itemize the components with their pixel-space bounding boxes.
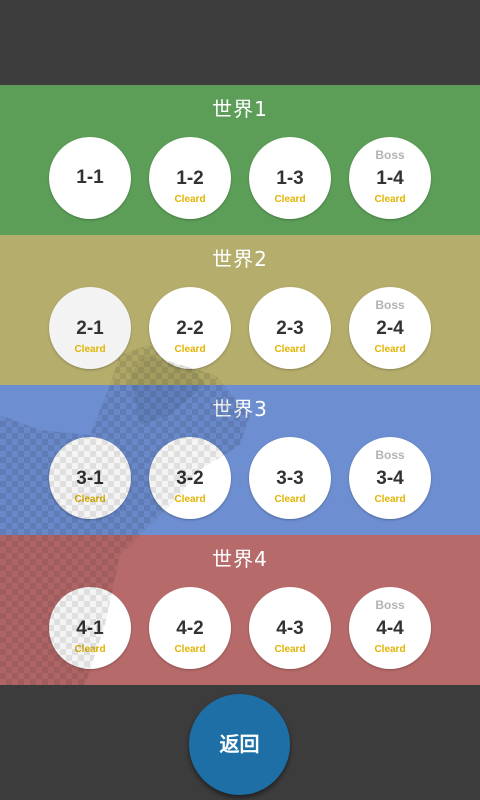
stage-button-4-4[interactable]: Boss 4-4 Cleard — [349, 587, 431, 669]
world-title: 世界4 — [212, 547, 268, 571]
world-1-panel: 世界1 1-1 1-2 Cleard 1-3 Cleard Boss 1-4 C… — [0, 85, 480, 235]
stage-row: 1-1 1-2 Cleard 1-3 Cleard Boss 1-4 Clear… — [0, 137, 480, 219]
stage-status: Cleard — [374, 344, 406, 355]
stage-number: 2-1 — [76, 318, 104, 339]
stage-status: Cleard — [174, 644, 206, 655]
stage-number: 1-2 — [176, 168, 204, 189]
stage-button-3-1[interactable]: 3-1 Cleard — [49, 437, 131, 519]
stage-number: 2-3 — [276, 318, 304, 339]
stage-row: 4-1 Cleard 4-2 Cleard 4-3 Cleard Boss 4-… — [0, 587, 480, 669]
stage-number: 1-4 — [376, 168, 404, 189]
stage-button-1-2[interactable]: 1-2 Cleard — [149, 137, 231, 219]
stage-button-1-4[interactable]: Boss 1-4 Cleard — [349, 137, 431, 219]
stage-status: Cleard — [274, 194, 306, 205]
world-3-panel: 世界3 3-1 Cleard 3-2 Cleard 3-3 Cleard Bos… — [0, 385, 480, 535]
stage-status: Cleard — [174, 494, 206, 505]
world-2-panel: 世界2 2-1 Cleard 2-2 Cleard 2-3 Cleard Bos… — [0, 235, 480, 385]
stage-button-2-2[interactable]: 2-2 Cleard — [149, 287, 231, 369]
stage-button-4-3[interactable]: 4-3 Cleard — [249, 587, 331, 669]
stage-button-4-1[interactable]: 4-1 Cleard — [49, 587, 131, 669]
stage-button-2-1[interactable]: 2-1 Cleard — [49, 287, 131, 369]
stage-button-3-3[interactable]: 3-3 Cleard — [249, 437, 331, 519]
boss-label: Boss — [375, 148, 405, 162]
stage-button-2-4[interactable]: Boss 2-4 Cleard — [349, 287, 431, 369]
stage-button-4-2[interactable]: 4-2 Cleard — [149, 587, 231, 669]
stage-row: 3-1 Cleard 3-2 Cleard 3-3 Cleard Boss 3-… — [0, 437, 480, 519]
stage-number: 1-1 — [76, 167, 104, 188]
stage-number: 2-4 — [376, 318, 404, 339]
stage-button-1-3[interactable]: 1-3 Cleard — [249, 137, 331, 219]
stage-button-3-2[interactable]: 3-2 Cleard — [149, 437, 231, 519]
stage-status: Cleard — [274, 344, 306, 355]
stage-status: Cleard — [174, 194, 206, 205]
stage-number: 4-3 — [276, 618, 304, 639]
stage-number: 3-4 — [376, 468, 404, 489]
stage-status: Cleard — [74, 494, 106, 505]
stage-number: 3-1 — [76, 468, 104, 489]
stage-status: Cleard — [374, 494, 406, 505]
world-title: 世界3 — [212, 397, 268, 421]
stage-status: Cleard — [274, 494, 306, 505]
stage-status: Cleard — [374, 644, 406, 655]
stage-number: 3-3 — [276, 468, 304, 489]
stage-number: 1-3 — [276, 168, 304, 189]
boss-label: Boss — [375, 598, 405, 612]
stage-status: Cleard — [74, 344, 106, 355]
stage-button-2-3[interactable]: 2-3 Cleard — [249, 287, 331, 369]
stage-status: Cleard — [74, 644, 106, 655]
boss-label: Boss — [375, 298, 405, 312]
stage-status: Cleard — [274, 644, 306, 655]
stage-status: Cleard — [174, 344, 206, 355]
stage-number: 2-2 — [176, 318, 204, 339]
boss-label: Boss — [375, 448, 405, 462]
stage-row: 2-1 Cleard 2-2 Cleard 2-3 Cleard Boss 2-… — [0, 287, 480, 369]
back-button[interactable]: 返回 — [189, 694, 290, 795]
stage-number: 3-2 — [176, 468, 204, 489]
stage-status: Cleard — [374, 194, 406, 205]
stage-button-1-1[interactable]: 1-1 — [49, 137, 131, 219]
stage-number: 4-1 — [76, 618, 104, 639]
world-4-panel: 世界4 4-1 Cleard 4-2 Cleard 4-3 Cleard Bos… — [0, 535, 480, 685]
stage-number: 4-2 — [176, 618, 204, 639]
world-title: 世界1 — [212, 97, 268, 121]
top-bar — [0, 0, 480, 85]
stage-number: 4-4 — [376, 618, 404, 639]
world-title: 世界2 — [212, 247, 268, 271]
stage-button-3-4[interactable]: Boss 3-4 Cleard — [349, 437, 431, 519]
